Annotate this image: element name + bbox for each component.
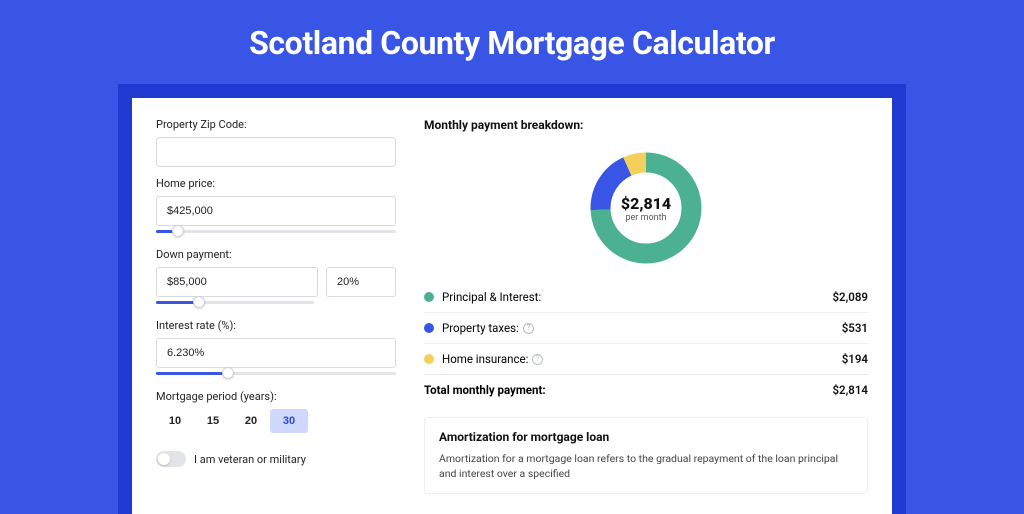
down-percent-input[interactable]	[326, 267, 396, 297]
amortization-box: Amortization for mortgage loan Amortizat…	[424, 417, 868, 494]
veteran-row: I am veteran or military	[156, 451, 396, 467]
donut-container: $2,814 per month	[424, 142, 868, 282]
amortization-text: Amortization for a mortgage loan refers …	[439, 452, 853, 481]
amortization-title: Amortization for mortgage loan	[439, 430, 853, 444]
legend-label: Principal & Interest:	[442, 290, 832, 304]
donut-center-sub: per month	[625, 213, 666, 223]
toggle-knob	[158, 453, 170, 465]
donut-center-amount: $2,814	[621, 194, 671, 213]
period-label: Mortgage period (years):	[156, 390, 396, 403]
price-input[interactable]	[156, 196, 396, 226]
down-label: Down payment:	[156, 248, 396, 261]
rate-label: Interest rate (%):	[156, 319, 396, 332]
period-option-30[interactable]: 30	[270, 409, 308, 433]
breakdown-legend: Principal & Interest:$2,089Property taxe…	[424, 282, 868, 374]
down-slider[interactable]	[156, 295, 314, 309]
rate-input[interactable]	[156, 338, 396, 368]
page-title: Scotland County Mortgage Calculator	[0, 0, 1024, 84]
slider-track	[156, 230, 396, 233]
card-outer: Property Zip Code: Home price: Down paym…	[118, 84, 906, 514]
veteran-toggle[interactable]	[156, 451, 186, 467]
legend-value: $531	[842, 321, 868, 335]
period-option-15[interactable]: 15	[194, 409, 232, 433]
info-icon[interactable]: ?	[523, 323, 534, 334]
legend-row: Home insurance:?$194	[424, 343, 868, 374]
info-icon[interactable]: ?	[532, 354, 543, 365]
period-segmented: 10152030	[156, 409, 396, 433]
period-option-20[interactable]: 20	[232, 409, 270, 433]
period-option-10[interactable]: 10	[156, 409, 194, 433]
zip-input[interactable]	[156, 137, 396, 167]
legend-label: Home insurance:?	[442, 352, 842, 366]
calculator-card: Property Zip Code: Home price: Down paym…	[132, 98, 892, 514]
legend-dot	[424, 323, 434, 333]
legend-label: Property taxes:?	[442, 321, 842, 335]
legend-dot	[424, 354, 434, 364]
down-amount-input[interactable]	[156, 267, 318, 297]
legend-value: $2,089	[832, 290, 868, 304]
veteran-label: I am veteran or military	[194, 453, 306, 466]
slider-thumb[interactable]	[172, 225, 184, 237]
slider-fill	[156, 372, 228, 375]
slider-thumb[interactable]	[222, 367, 234, 379]
payment-donut-chart: $2,814 per month	[586, 148, 706, 268]
legend-value: $194	[842, 352, 868, 366]
price-slider[interactable]	[156, 224, 396, 238]
results-column: Monthly payment breakdown: $2,814 per mo…	[424, 118, 868, 494]
rate-slider[interactable]	[156, 366, 396, 380]
total-label: Total monthly payment:	[424, 383, 832, 397]
zip-label: Property Zip Code:	[156, 118, 396, 131]
total-row: Total monthly payment: $2,814	[424, 374, 868, 405]
slider-thumb[interactable]	[193, 296, 205, 308]
legend-row: Principal & Interest:$2,089	[424, 282, 868, 312]
inputs-column: Property Zip Code: Home price: Down paym…	[156, 118, 396, 494]
legend-row: Property taxes:?$531	[424, 312, 868, 343]
total-value: $2,814	[832, 383, 868, 397]
price-label: Home price:	[156, 177, 396, 190]
legend-dot	[424, 292, 434, 302]
breakdown-heading: Monthly payment breakdown:	[424, 118, 868, 132]
